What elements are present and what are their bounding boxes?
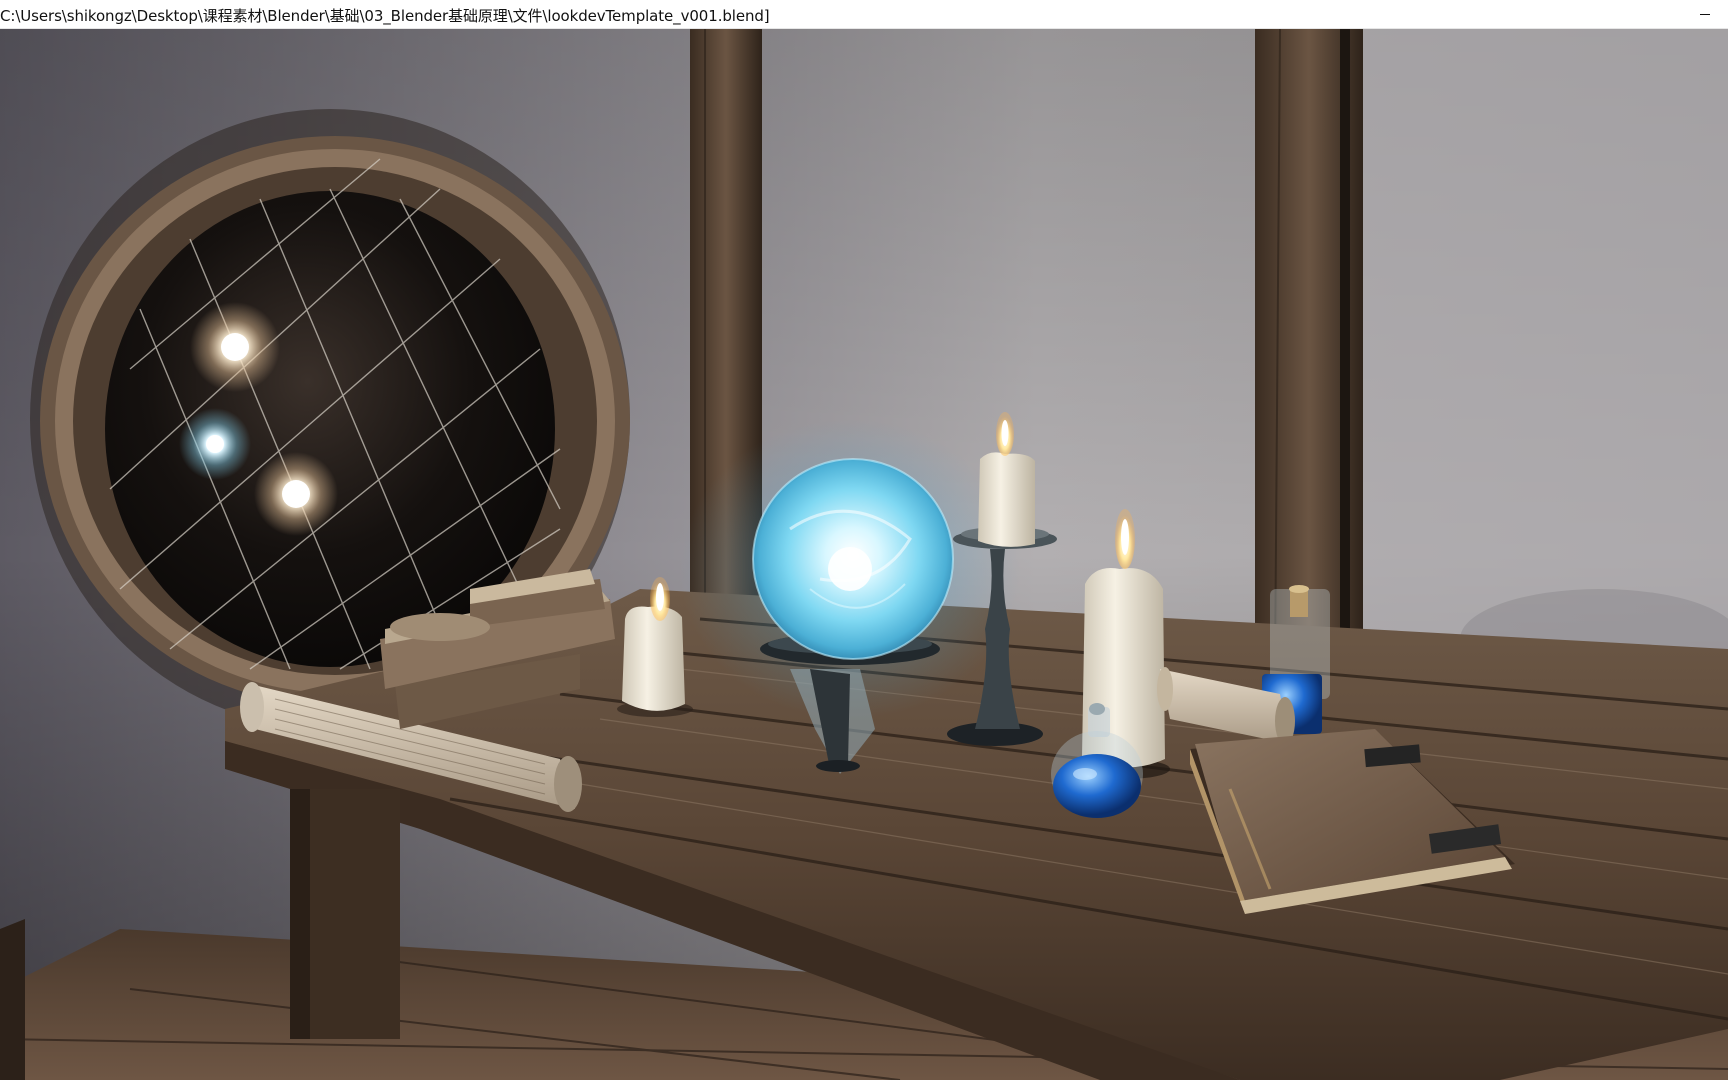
blender-render-window: C:\Users\shikongz\Desktop\课程素材\Blender\基… [0, 0, 1728, 1080]
minimize-icon [1700, 14, 1710, 15]
rendered-scene [0, 29, 1728, 1080]
window-controls [1682, 0, 1728, 29]
window-title: C:\Users\shikongz\Desktop\课程素材\Blender\基… [0, 7, 770, 25]
minimize-button[interactable] [1682, 0, 1728, 29]
candle-tall [978, 452, 1035, 547]
render-viewport[interactable] [0, 29, 1728, 1080]
title-bar[interactable]: C:\Users\shikongz\Desktop\课程素材\Blender\基… [0, 0, 1728, 29]
